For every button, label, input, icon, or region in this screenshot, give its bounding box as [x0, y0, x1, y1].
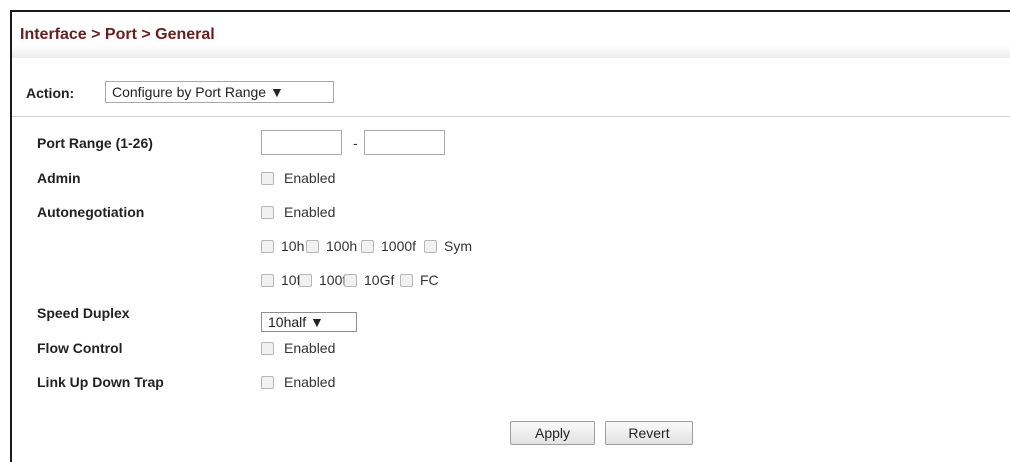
cap-1000f-text: 1000f	[381, 238, 417, 254]
cap-10f-text: 10f	[281, 272, 301, 288]
flow-control-enabled-text: Enabled	[284, 340, 336, 356]
cap-1000f-checkbox[interactable]	[361, 240, 374, 253]
admin-enabled-checkbox[interactable]	[261, 172, 274, 185]
cap-sym-text: Sym	[444, 238, 472, 254]
autonegotiation-label: Autonegotiation	[37, 204, 145, 220]
link-trap-enabled-text: Enabled	[284, 374, 336, 390]
cap-10h-text: 10h	[281, 238, 305, 254]
flow-control-enabled-checkbox[interactable]	[261, 342, 274, 355]
link-trap-label: Link Up Down Trap	[37, 374, 164, 390]
action-label: Action:	[26, 85, 75, 101]
cap-10gf-text: 10Gf	[364, 272, 395, 288]
revert-button[interactable]: Revert	[605, 421, 693, 445]
cap-sym-checkbox[interactable]	[424, 240, 437, 253]
port-range-from-input[interactable]	[261, 130, 342, 155]
cap-100h-text: 100h	[326, 238, 358, 254]
speed-duplex-label: Speed Duplex	[37, 305, 130, 321]
main-panel: Interface > Port > General Action: Confi…	[10, 10, 1010, 462]
admin-enabled-text: Enabled	[284, 170, 336, 186]
title-bar: Interface > Port > General	[12, 12, 1010, 58]
action-select-value: Configure by Port Range ▼	[112, 84, 284, 100]
cap-100h-checkbox[interactable]	[306, 240, 319, 253]
autoneg-enabled-checkbox[interactable]	[261, 206, 274, 219]
page-title: Interface > Port > General	[20, 26, 215, 43]
action-row: Action: Configure by Port Range ▼	[12, 70, 1010, 117]
speed-duplex-value: 10half ▼	[268, 314, 324, 330]
port-range-to-input[interactable]	[364, 130, 445, 155]
cap-100f-text: 100f	[319, 272, 347, 288]
port-range-label: Port Range (1-26)	[37, 135, 153, 151]
cap-fc-text: FC	[420, 272, 439, 288]
action-select[interactable]: Configure by Port Range ▼	[105, 81, 334, 103]
admin-label: Admin	[37, 170, 81, 186]
link-trap-enabled-checkbox[interactable]	[261, 376, 274, 389]
autoneg-enabled-text: Enabled	[284, 204, 336, 220]
cap-10f-checkbox[interactable]	[261, 274, 274, 287]
cap-fc-checkbox[interactable]	[400, 274, 413, 287]
cap-10h-checkbox[interactable]	[261, 240, 274, 253]
port-range-separator: -	[353, 135, 358, 151]
cap-100f-checkbox[interactable]	[299, 274, 312, 287]
speed-duplex-select[interactable]: 10half ▼	[261, 312, 357, 332]
flow-control-label: Flow Control	[37, 340, 123, 356]
apply-button[interactable]: Apply	[510, 421, 595, 445]
cap-10gf-checkbox[interactable]	[344, 274, 357, 287]
